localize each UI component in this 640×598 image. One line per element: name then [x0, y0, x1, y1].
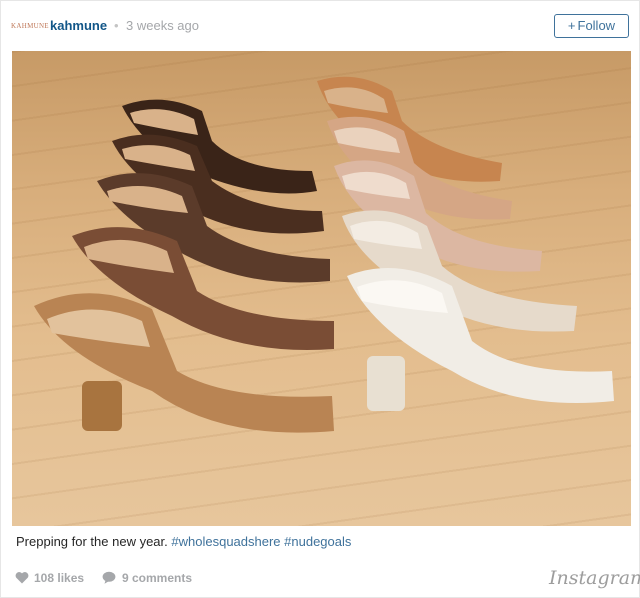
post-footer: 108 likes 9 comments Instagram	[1, 561, 640, 597]
username-link[interactable]: kahmune	[50, 17, 107, 35]
follow-button[interactable]: + Follow	[554, 14, 629, 38]
heart-icon	[15, 572, 29, 584]
hashtag-link[interactable]: #wholesquadshere	[171, 534, 280, 549]
instagram-logo[interactable]: Instagram	[549, 565, 640, 591]
shoes-illustration	[34, 76, 614, 433]
caption-text: Prepping for the new year.	[16, 534, 168, 549]
comments-count[interactable]: 9 comments	[122, 570, 192, 586]
post-caption: Prepping for the new year. #wholesquadsh…	[16, 533, 351, 550]
follow-label: Follow	[577, 18, 616, 33]
profile-avatar[interactable]: KAHMUNE	[11, 19, 49, 33]
hashtag-link[interactable]: #nudegoals	[284, 534, 351, 549]
comment-bubble-icon	[102, 571, 116, 584]
post-photo[interactable]	[12, 51, 631, 526]
plus-icon: +	[567, 18, 576, 33]
post-timestamp[interactable]: 3 weeks ago	[126, 17, 199, 35]
instagram-embed-card: KAHMUNE kahmune • 3 weeks ago + Follow P…	[0, 0, 640, 598]
likes-count[interactable]: 108 likes	[34, 570, 84, 586]
post-header: KAHMUNE kahmune • 3 weeks ago + Follow	[1, 1, 639, 51]
separator-dot: •	[114, 18, 119, 33]
